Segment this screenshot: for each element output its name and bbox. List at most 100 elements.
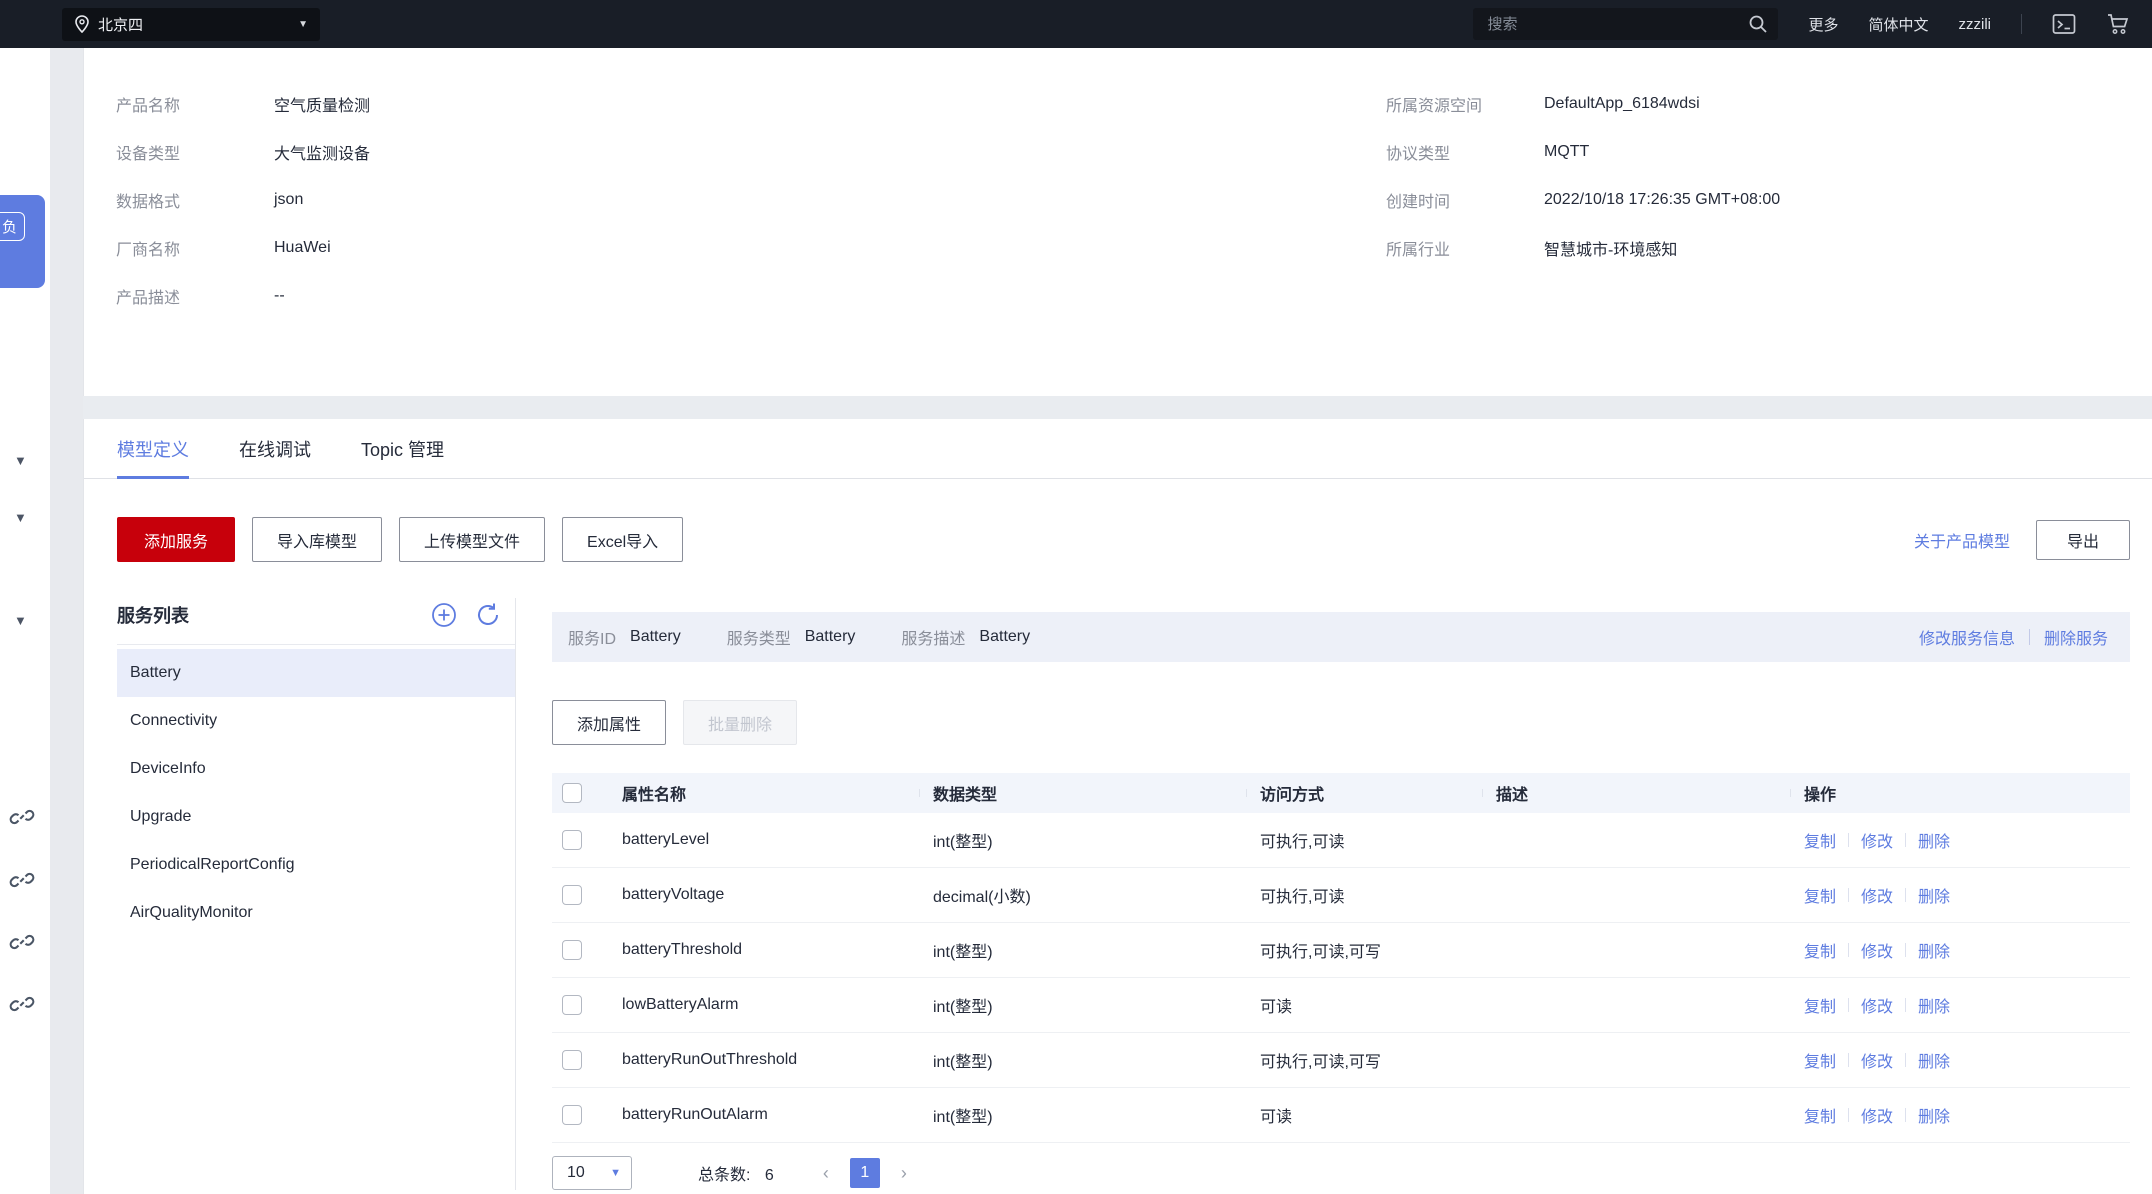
field-label: 创建时间: [1386, 188, 1544, 212]
link-icon[interactable]: [8, 990, 36, 1023]
add-property-button[interactable]: 添加属性: [552, 700, 666, 745]
model-toolbar: 添加服务 导入库模型 上传模型文件 Excel导入 关于产品模型 导出: [117, 517, 2130, 562]
delete-link[interactable]: 删除: [1918, 1103, 1950, 1127]
delete-link[interactable]: 删除: [1918, 993, 1950, 1017]
import-library-button[interactable]: 导入库模型: [252, 517, 382, 562]
collapse-caret-icon[interactable]: ▼: [14, 613, 27, 628]
link-icon[interactable]: [8, 803, 36, 836]
next-page-icon[interactable]: ›: [894, 1163, 914, 1184]
copy-link[interactable]: 复制: [1804, 1103, 1836, 1127]
tab-online-debug[interactable]: 在线调试: [239, 436, 311, 478]
divider: [1848, 888, 1849, 902]
table-header-row: 属性名称 数据类型 访问方式 描述 操作: [552, 773, 2130, 813]
floating-badge[interactable]: 负: [0, 195, 45, 288]
row-checkbox[interactable]: [562, 885, 582, 905]
table-body: batteryLevel int(整型) 可执行,可读 复制修改删除: [552, 813, 2130, 1143]
copy-link[interactable]: 复制: [1804, 1048, 1836, 1072]
property-name: batteryRunOutAlarm: [598, 1106, 933, 1124]
modify-link[interactable]: 修改: [1861, 938, 1893, 962]
prev-page-icon[interactable]: ‹: [816, 1163, 836, 1184]
delete-link[interactable]: 删除: [1918, 938, 1950, 962]
row-checkbox[interactable]: [562, 940, 582, 960]
delete-link[interactable]: 删除: [1918, 828, 1950, 852]
field-value: --: [274, 287, 285, 305]
copy-link[interactable]: 复制: [1804, 993, 1836, 1017]
refresh-icon[interactable]: [475, 602, 501, 628]
page-size-select[interactable]: 10 ▼: [552, 1156, 632, 1190]
tab-topic-management[interactable]: Topic 管理: [361, 436, 444, 478]
current-page-button[interactable]: 1: [850, 1158, 880, 1188]
link-icon[interactable]: [8, 928, 36, 961]
topbar-username-link[interactable]: zzzili: [1959, 16, 1992, 33]
modify-link[interactable]: 修改: [1861, 883, 1893, 907]
property-name: batteryLevel: [598, 831, 933, 849]
topbar-language-link[interactable]: 简体中文: [1868, 14, 1928, 35]
column-header-type: 数据类型: [933, 781, 1260, 805]
modify-link[interactable]: 修改: [1861, 1048, 1893, 1072]
total-label: 总条数:: [698, 1167, 750, 1184]
service-item-connectivity[interactable]: Connectivity: [117, 697, 515, 745]
field-label: 服务ID: [568, 625, 616, 649]
property-area: 服务ID Battery 服务类型 Battery 服务描述 Battery: [516, 598, 2152, 1190]
property-name: lowBatteryAlarm: [598, 996, 933, 1014]
delete-service-link[interactable]: 删除服务: [2044, 625, 2108, 649]
excel-import-button[interactable]: Excel导入: [562, 517, 683, 562]
topbar-divider: [2021, 14, 2022, 34]
link-icon[interactable]: [8, 866, 36, 899]
divider: [1848, 1108, 1849, 1122]
service-list-panel: 服务列表 Battery Connectivity: [84, 598, 516, 1190]
service-list-actions: [431, 602, 501, 628]
total-value: 6: [765, 1167, 774, 1184]
modify-link[interactable]: 修改: [1861, 993, 1893, 1017]
service-item-deviceinfo[interactable]: DeviceInfo: [117, 745, 515, 793]
cart-icon[interactable]: [2106, 13, 2130, 35]
console-icon[interactable]: [2052, 13, 2076, 35]
row-checkbox[interactable]: [562, 1105, 582, 1125]
page-size-value: 10: [567, 1164, 585, 1182]
service-item-upgrade[interactable]: Upgrade: [117, 793, 515, 841]
add-service-icon[interactable]: [431, 602, 457, 628]
modify-link[interactable]: 修改: [1861, 828, 1893, 852]
delete-link[interactable]: 删除: [1918, 883, 1950, 907]
search-input[interactable]: [1473, 8, 1778, 40]
service-item-airqualitymonitor[interactable]: AirQualityMonitor: [117, 889, 515, 937]
search-icon[interactable]: [1748, 14, 1768, 39]
service-list: Battery Connectivity DeviceInfo Upgrade …: [117, 649, 515, 937]
modify-link[interactable]: 修改: [1861, 1103, 1893, 1127]
field-label: 服务描述: [901, 625, 965, 649]
about-product-model-link[interactable]: 关于产品模型: [1914, 528, 2010, 552]
field-label: 产品名称: [116, 92, 274, 116]
copy-link[interactable]: 复制: [1804, 883, 1836, 907]
divider: [2029, 629, 2030, 645]
batch-delete-button[interactable]: 批量删除: [683, 700, 797, 745]
row-checkbox[interactable]: [562, 995, 582, 1015]
topbar-more-link[interactable]: 更多: [1808, 14, 1838, 35]
add-service-button[interactable]: 添加服务: [117, 517, 235, 562]
collapse-caret-icon[interactable]: ▼: [14, 510, 27, 525]
select-all-checkbox[interactable]: [562, 783, 582, 803]
copy-link[interactable]: 复制: [1804, 828, 1836, 852]
delete-link[interactable]: 删除: [1918, 1048, 1950, 1072]
field-value: Battery: [979, 628, 1030, 646]
property-type: int(整型): [933, 1103, 1260, 1127]
modify-service-link[interactable]: 修改服务信息: [1919, 625, 2015, 649]
service-item-battery[interactable]: Battery: [117, 649, 515, 697]
divider: [1848, 833, 1849, 847]
page-gutter: [50, 48, 83, 1194]
service-list-header: 服务列表: [117, 598, 515, 645]
row-checkbox[interactable]: [562, 830, 582, 850]
region-selector[interactable]: 北京四 ▼: [62, 8, 320, 41]
field-value: json: [274, 191, 303, 209]
upload-model-button[interactable]: 上传模型文件: [399, 517, 545, 562]
service-item-periodicalreportconfig[interactable]: PeriodicalReportConfig: [117, 841, 515, 889]
divider: [1905, 833, 1906, 847]
tab-model-definition[interactable]: 模型定义: [117, 436, 189, 478]
export-button[interactable]: 导出: [2036, 520, 2130, 560]
row-checkbox[interactable]: [562, 1050, 582, 1070]
property-type: int(整型): [933, 1048, 1260, 1072]
field-label: 所属行业: [1386, 236, 1544, 260]
copy-link[interactable]: 复制: [1804, 938, 1836, 962]
main-content: 产品名称 空气质量检测 设备类型 大气监测设备 数据格式 json 厂商名称 H…: [83, 48, 2152, 1194]
column-header-action: 操作: [1804, 781, 2130, 805]
collapse-caret-icon[interactable]: ▼: [14, 453, 27, 468]
